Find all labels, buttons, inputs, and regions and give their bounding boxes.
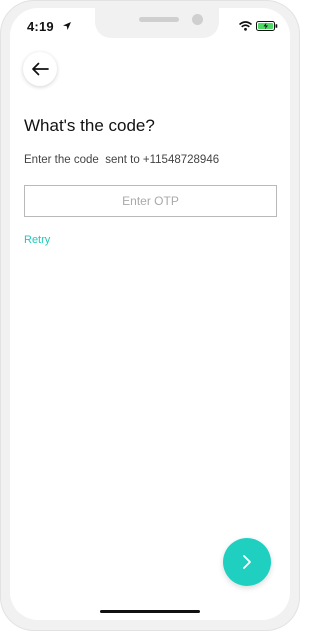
next-button[interactable] [223,538,271,586]
front-camera [192,14,203,25]
battery-charging-icon [256,21,278,31]
app-screen: 4:19 What's the code? Enter the code sen… [10,8,290,620]
speaker-grille [139,17,179,22]
chevron-right-icon [243,555,251,569]
otp-input[interactable] [24,185,277,217]
otp-instructions: Enter the code sent to +11548728946 [24,154,220,166]
location-arrow-icon [63,22,71,30]
wifi-icon [239,21,252,31]
status-time: 4:19 [27,19,54,34]
back-button[interactable] [23,52,57,86]
phone-frame: 4:19 What's the code? Enter the code sen… [0,0,300,631]
retry-link[interactable]: Retry [24,234,50,246]
page-title: What's the code? [24,116,155,135]
arrow-left-icon [32,62,49,76]
notch [95,8,219,38]
status-indicators [239,21,278,31]
home-indicator [100,610,200,613]
